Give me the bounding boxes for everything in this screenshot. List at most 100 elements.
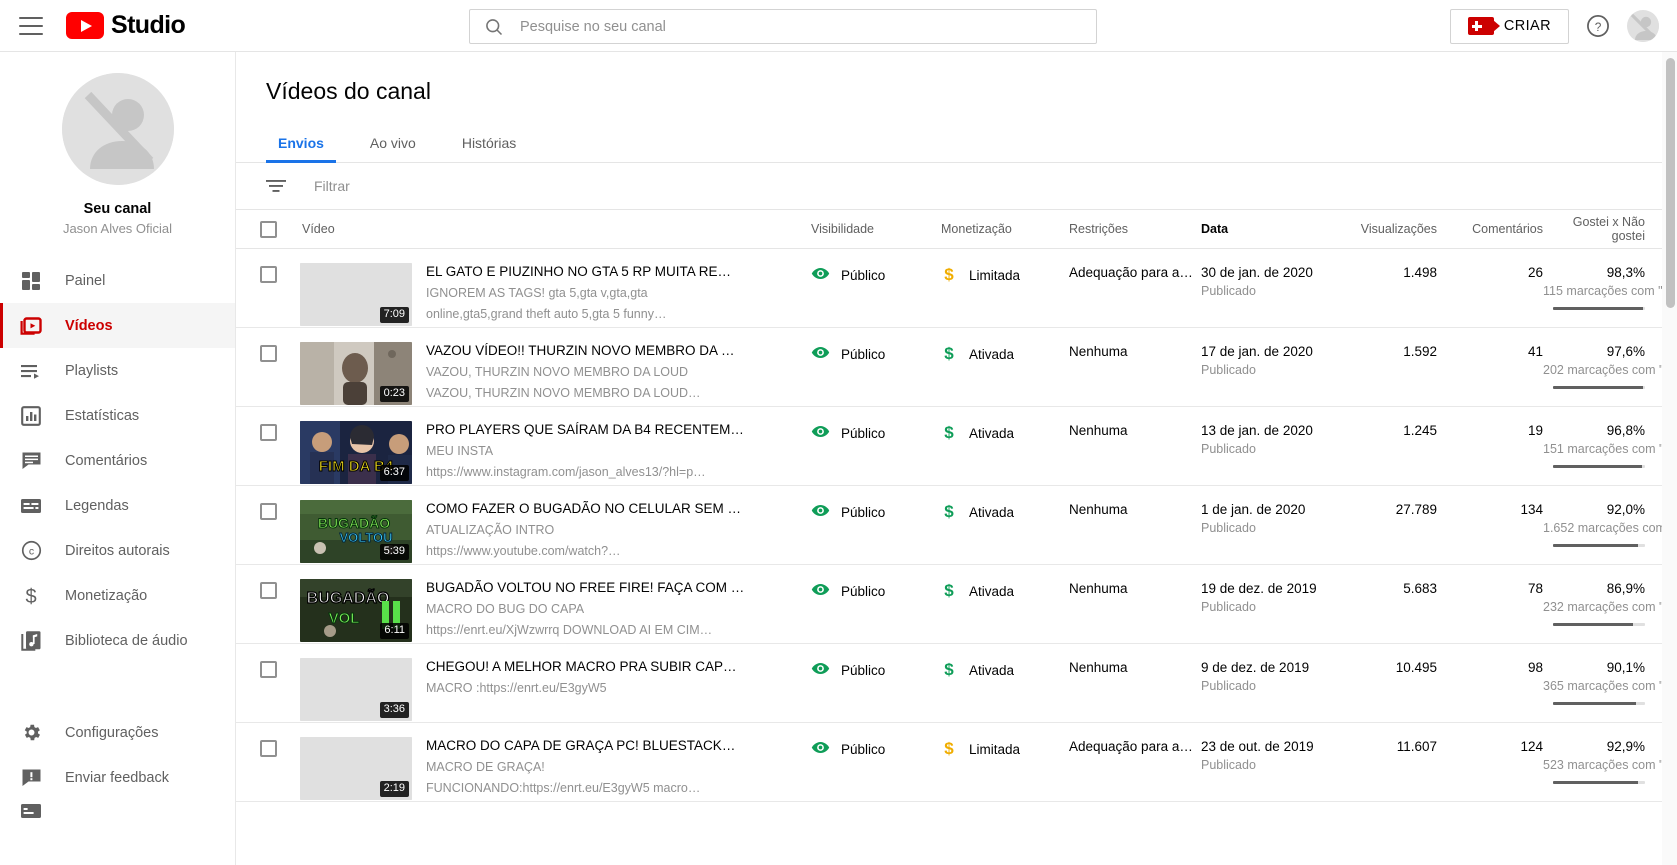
- visibility-cell[interactable]: Público: [811, 658, 941, 681]
- column-header-views[interactable]: Visualizações: [1323, 222, 1437, 236]
- video-title[interactable]: COMO FAZER O BUGADÃO NO CELULAR SEM …: [426, 500, 741, 518]
- column-header-video[interactable]: Vídeo: [300, 222, 811, 236]
- visibility-cell[interactable]: Público: [811, 263, 941, 286]
- video-cell[interactable]: 0:23 VAZOU VÍDEO!! THURZIN NOVO MEMBRO DA…: [300, 342, 811, 405]
- video-thumbnail[interactable]: 2:19: [300, 737, 412, 800]
- visibility-cell[interactable]: Público: [811, 579, 941, 602]
- sidebar-item-legendas[interactable]: Legendas: [0, 483, 235, 528]
- date-cell: 23 de out. de 2019 Publicado: [1201, 737, 1323, 772]
- sidebar-item-monetizacao[interactable]: $ Monetização: [0, 573, 235, 618]
- row-checkbox[interactable]: [259, 661, 277, 678]
- restrictions-value[interactable]: Nenhuma: [1069, 579, 1201, 596]
- monetization-cell[interactable]: $ Limitada: [941, 263, 1069, 287]
- video-thumbnail[interactable]: 3:36: [300, 658, 412, 721]
- video-title[interactable]: VAZOU VÍDEO!! THURZIN NOVO MEMBRO DA …: [426, 342, 735, 360]
- channel-avatar[interactable]: [61, 73, 174, 185]
- table-row[interactable]: 3:36 CHEGOU! A MELHOR MACRO PRA SUBIR CAP…: [236, 644, 1677, 723]
- search-input[interactable]: [520, 18, 1096, 35]
- page-scrollbar[interactable]: [1662, 52, 1677, 865]
- table-row[interactable]: 2:19 MACRO DO CAPA DE GRAÇA PC! BLUESTACK…: [236, 723, 1677, 802]
- column-header-visibility[interactable]: Visibilidade: [811, 222, 941, 236]
- table-row[interactable]: 7:09 EL GATO E PIUZINHO NO GTA 5 RP MUITA…: [236, 249, 1677, 328]
- video-thumbnail[interactable]: BUGADÃO VOLTOU 5:39: [300, 500, 412, 563]
- video-title[interactable]: CHEGOU! A MELHOR MACRO PRA SUBIR CAP…: [426, 658, 737, 676]
- video-title[interactable]: EL GATO E PIUZINHO NO GTA 5 RP MUITA RE…: [426, 263, 731, 281]
- hamburger-icon[interactable]: [19, 16, 43, 35]
- sidebar-item-videos[interactable]: Vídeos: [0, 303, 235, 348]
- video-thumbnail[interactable]: 7:09: [300, 263, 412, 326]
- video-title[interactable]: MACRO DO CAPA DE GRAÇA PC! BLUESTACK…: [426, 737, 735, 755]
- video-cell[interactable]: 2:19 MACRO DO CAPA DE GRAÇA PC! BLUESTACK…: [300, 737, 811, 800]
- column-header-monetization[interactable]: Monetização: [941, 222, 1069, 236]
- table-row[interactable]: FIM DA B4 6:37 PRO PLAYERS QUE SAÍRAM DA B…: [236, 407, 1677, 486]
- restrictions-value[interactable]: Adequação para a…: [1069, 737, 1201, 754]
- sidebar-item-label: Enviar feedback: [65, 769, 169, 786]
- video-thumbnail[interactable]: BUGADÃO VOL 6:11: [300, 579, 412, 642]
- monetization-cell[interactable]: $ Limitada: [941, 737, 1069, 761]
- restrictions-value[interactable]: Nenhuma: [1069, 342, 1201, 359]
- sidebar-item-estatisticas[interactable]: Estatísticas: [0, 393, 235, 438]
- avatar[interactable]: [1627, 10, 1659, 42]
- youtube-studio-logo[interactable]: Studio: [66, 11, 186, 40]
- eye-icon: [811, 580, 830, 602]
- table-row[interactable]: BUGADÃO VOL 6:11 BUGADÃO VOLTOU NO FREE FIR…: [236, 565, 1677, 644]
- visibility-cell[interactable]: Público: [811, 500, 941, 523]
- table-row[interactable]: BUGADÃO VOLTOU 5:39 COMO FAZER O BUGADÃO NO…: [236, 486, 1677, 565]
- tab-envios[interactable]: Envios: [266, 135, 336, 163]
- video-duration: 6:37: [379, 465, 409, 481]
- sidebar-item-comentarios[interactable]: Comentários: [0, 438, 235, 483]
- filter-input[interactable]: Filtrar: [314, 178, 350, 194]
- scrollbar-thumb[interactable]: [1666, 58, 1675, 308]
- row-checkbox[interactable]: [259, 740, 277, 757]
- sidebar-item-partial[interactable]: [0, 800, 235, 822]
- restrictions-value[interactable]: Nenhuma: [1069, 500, 1201, 517]
- svg-text:c: c: [28, 546, 33, 558]
- sidebar-item-biblioteca-de-audio[interactable]: Biblioteca de áudio: [0, 618, 235, 663]
- video-thumbnail[interactable]: 0:23: [300, 342, 412, 405]
- visibility-cell[interactable]: Público: [811, 342, 941, 365]
- monetization-cell[interactable]: $ Ativada: [941, 342, 1069, 366]
- row-checkbox[interactable]: [259, 266, 277, 283]
- visibility-cell[interactable]: Público: [811, 421, 941, 444]
- tab-historias[interactable]: Histórias: [450, 135, 528, 162]
- create-button[interactable]: CRIAR: [1449, 8, 1569, 44]
- column-header-restrictions[interactable]: Restrições: [1069, 222, 1201, 236]
- video-title[interactable]: BUGADÃO VOLTOU NO FREE FIRE! FAÇA COM …: [426, 579, 744, 597]
- sidebar-item-painel[interactable]: Painel: [0, 258, 235, 303]
- row-checkbox-cell: [236, 263, 300, 283]
- column-header-comments[interactable]: Comentários: [1437, 222, 1543, 236]
- monetization-cell[interactable]: $ Ativada: [941, 579, 1069, 603]
- video-thumbnail[interactable]: FIM DA B4 6:37: [300, 421, 412, 484]
- row-checkbox-cell: [236, 500, 300, 520]
- row-checkbox[interactable]: [259, 582, 277, 599]
- monetization-cell[interactable]: $ Ativada: [941, 421, 1069, 445]
- video-cell[interactable]: BUGADÃO VOLTOU 5:39 COMO FAZER O BUGADÃO NO…: [300, 500, 811, 563]
- table-row[interactable]: 0:23 VAZOU VÍDEO!! THURZIN NOVO MEMBRO DA…: [236, 328, 1677, 407]
- sidebar-item-configuracoes[interactable]: Configurações: [0, 710, 235, 755]
- sidebar-item-playlists[interactable]: Playlists: [0, 348, 235, 393]
- audio-library-icon: [17, 630, 45, 651]
- visibility-cell[interactable]: Público: [811, 737, 941, 760]
- search-bar[interactable]: [469, 9, 1097, 44]
- row-checkbox[interactable]: [259, 345, 277, 362]
- row-checkbox[interactable]: [259, 424, 277, 441]
- column-header-date[interactable]: Data: [1201, 222, 1323, 236]
- filter-icon[interactable]: [266, 179, 286, 193]
- video-cell[interactable]: 7:09 EL GATO E PIUZINHO NO GTA 5 RP MUITA…: [300, 263, 811, 326]
- restrictions-value[interactable]: Nenhuma: [1069, 421, 1201, 438]
- sidebar-item-enviar-feedback[interactable]: Enviar feedback: [0, 755, 235, 800]
- help-icon[interactable]: ?: [1585, 13, 1611, 39]
- video-title[interactable]: PRO PLAYERS QUE SAÍRAM DA B4 RECENTEM…: [426, 421, 744, 439]
- monetization-cell[interactable]: $ Ativada: [941, 658, 1069, 682]
- tab-ao-vivo[interactable]: Ao vivo: [358, 135, 428, 162]
- video-cell[interactable]: BUGADÃO VOL 6:11 BUGADÃO VOLTOU NO FREE FIR…: [300, 579, 811, 642]
- video-cell[interactable]: 3:36 CHEGOU! A MELHOR MACRO PRA SUBIR CAP…: [300, 658, 811, 721]
- sidebar-item-direitos-autorais[interactable]: c Direitos autorais: [0, 528, 235, 573]
- column-header-likes[interactable]: Gostei x Não gostei: [1543, 215, 1677, 243]
- video-cell[interactable]: FIM DA B4 6:37 PRO PLAYERS QUE SAÍRAM DA B…: [300, 421, 811, 484]
- restrictions-value[interactable]: Nenhuma: [1069, 658, 1201, 675]
- restrictions-value[interactable]: Adequação para a…: [1069, 263, 1201, 280]
- select-all-checkbox[interactable]: [259, 220, 277, 238]
- monetization-cell[interactable]: $ Ativada: [941, 500, 1069, 524]
- row-checkbox[interactable]: [259, 503, 277, 520]
